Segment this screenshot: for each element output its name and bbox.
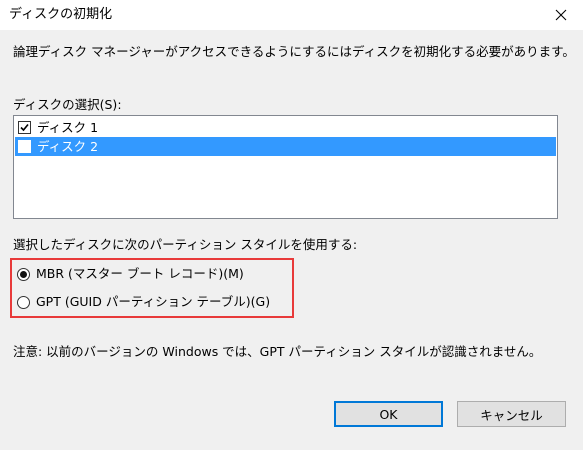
gpt-radio-label: GPT (GUID パーティション テーブル)(G) (36, 294, 271, 309)
gpt-radio-option[interactable]: GPT (GUID パーティション テーブル)(G) (17, 292, 270, 312)
gpt-radio-button[interactable] (17, 295, 30, 309)
disk-select-label: ディスクの選択(S): (13, 97, 122, 112)
radio-selected-dot (20, 270, 27, 278)
mbr-radio-label: MBR (マスター ブート レコード)(M) (36, 266, 244, 281)
intro-text: 論理ディスク マネージャーがアクセスできるようにするにはディスクを初期化する必要… (13, 44, 575, 59)
disk-1-checkbox[interactable] (18, 121, 31, 134)
disk-list-item-2[interactable]: ディスク 2 (15, 137, 556, 156)
mbr-radio-option[interactable]: MBR (マスター ブート レコード)(M) (17, 264, 244, 284)
close-icon (555, 9, 567, 21)
ok-button[interactable]: OK (334, 401, 443, 427)
close-button[interactable] (543, 0, 579, 30)
initialize-disk-dialog: ディスクの初期化 論理ディスク マネージャーがアクセスできるようにするにはディス… (0, 0, 583, 450)
disk-1-label: ディスク 1 (37, 119, 99, 135)
cancel-button[interactable]: キャンセル (457, 401, 566, 427)
disk-listbox[interactable]: ディスク 1 ディスク 2 (13, 115, 558, 219)
disk-list-item-1[interactable]: ディスク 1 (15, 118, 556, 137)
partition-style-label: 選択したディスクに次のパーティション スタイルを使用する: (13, 237, 358, 252)
compatibility-note: 注意: 以前のバージョンの Windows では、GPT パーティション スタイ… (13, 344, 542, 359)
title-bar: ディスクの初期化 (0, 0, 583, 30)
mbr-radio-button[interactable] (17, 267, 30, 281)
disk-2-label: ディスク 2 (37, 138, 99, 154)
disk-2-checkbox[interactable] (18, 140, 31, 153)
window-title: ディスクの初期化 (9, 7, 113, 22)
checkmark-icon (20, 123, 29, 132)
